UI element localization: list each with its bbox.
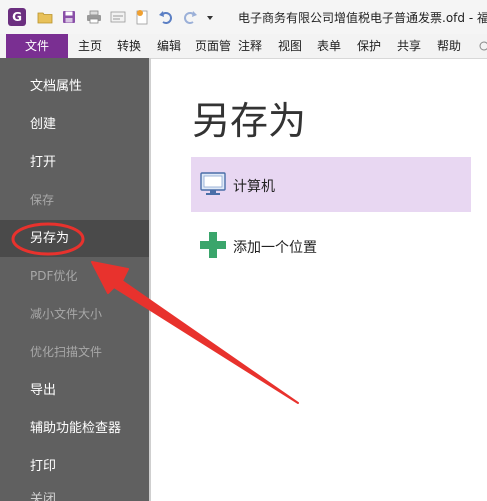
title-bar: G 电子商务有限公司增值税电子普通发票.ofd - 福 <box>0 0 487 35</box>
computer-icon <box>199 170 227 201</box>
menu-view[interactable]: 视图 <box>278 34 302 58</box>
location-computer-label: 计算机 <box>233 179 275 195</box>
sidebar-item-reduce-size: 减小文件大小 <box>30 307 103 321</box>
print-icon[interactable] <box>86 9 102 25</box>
menu-file[interactable]: 文件 <box>6 34 68 58</box>
location-computer[interactable]: 计算机 <box>191 157 471 212</box>
redo-icon[interactable] <box>182 9 198 25</box>
sidebar-item-save-as[interactable]: 另存为 <box>0 220 149 257</box>
menu-annotate[interactable]: 注释 <box>238 34 262 58</box>
sidebar-item-save: 保存 <box>30 193 55 207</box>
menu-bar: 文件 主页 转换 编辑 页面管 注释 视图 表单 保护 共享 帮助 <box>0 34 487 59</box>
save-icon[interactable] <box>61 9 77 25</box>
undo-icon[interactable] <box>158 9 174 25</box>
sidebar-item-close-label: 关闭 <box>30 492 57 501</box>
menu-share[interactable]: 共享 <box>397 34 421 58</box>
open-folder-icon[interactable] <box>37 9 53 25</box>
location-add-place[interactable]: 添加一个位置 <box>191 220 471 270</box>
menu-home[interactable]: 主页 <box>78 34 102 58</box>
menu-overflow[interactable] <box>478 34 487 58</box>
sidebar-item-close[interactable]: 关闭 <box>0 486 149 501</box>
menu-protect[interactable]: 保护 <box>357 34 381 58</box>
file-sidebar: 文档属性 创建 打开 保存 另存为 PDF优化 减小文件大小 优化扫描文件 导出… <box>0 58 149 501</box>
new-icon[interactable] <box>134 9 150 25</box>
panel-divider <box>149 58 151 501</box>
location-add-place-label: 添加一个位置 <box>233 240 317 256</box>
sidebar-item-create[interactable]: 创建 <box>0 106 149 143</box>
menu-convert[interactable]: 转换 <box>117 34 141 58</box>
sidebar-item-pdf-optimize: PDF优化 <box>30 269 78 283</box>
scan-icon[interactable] <box>110 9 126 25</box>
menu-form[interactable]: 表单 <box>317 34 341 58</box>
dropdown-icon[interactable] <box>202 9 218 25</box>
window-title: 电子商务有限公司增值税电子普通发票.ofd - 福 <box>238 11 487 25</box>
app-logo-icon[interactable]: G <box>8 8 26 26</box>
sidebar-item-document-properties[interactable]: 文档属性 <box>0 68 149 105</box>
menu-page-management[interactable]: 页面管 <box>195 34 235 58</box>
sidebar-item-export[interactable]: 导出 <box>0 372 149 409</box>
sidebar-item-accessibility-checker[interactable]: 辅助功能检查器 <box>0 410 149 447</box>
plus-icon <box>199 231 227 262</box>
sidebar-item-open[interactable]: 打开 <box>0 144 149 181</box>
page-title: 另存为 <box>192 99 307 143</box>
menu-help[interactable]: 帮助 <box>437 34 461 58</box>
sidebar-item-print[interactable]: 打印 <box>0 448 149 485</box>
menu-edit[interactable]: 编辑 <box>157 34 181 58</box>
sidebar-item-optimize-scan: 优化扫描文件 <box>30 345 103 359</box>
